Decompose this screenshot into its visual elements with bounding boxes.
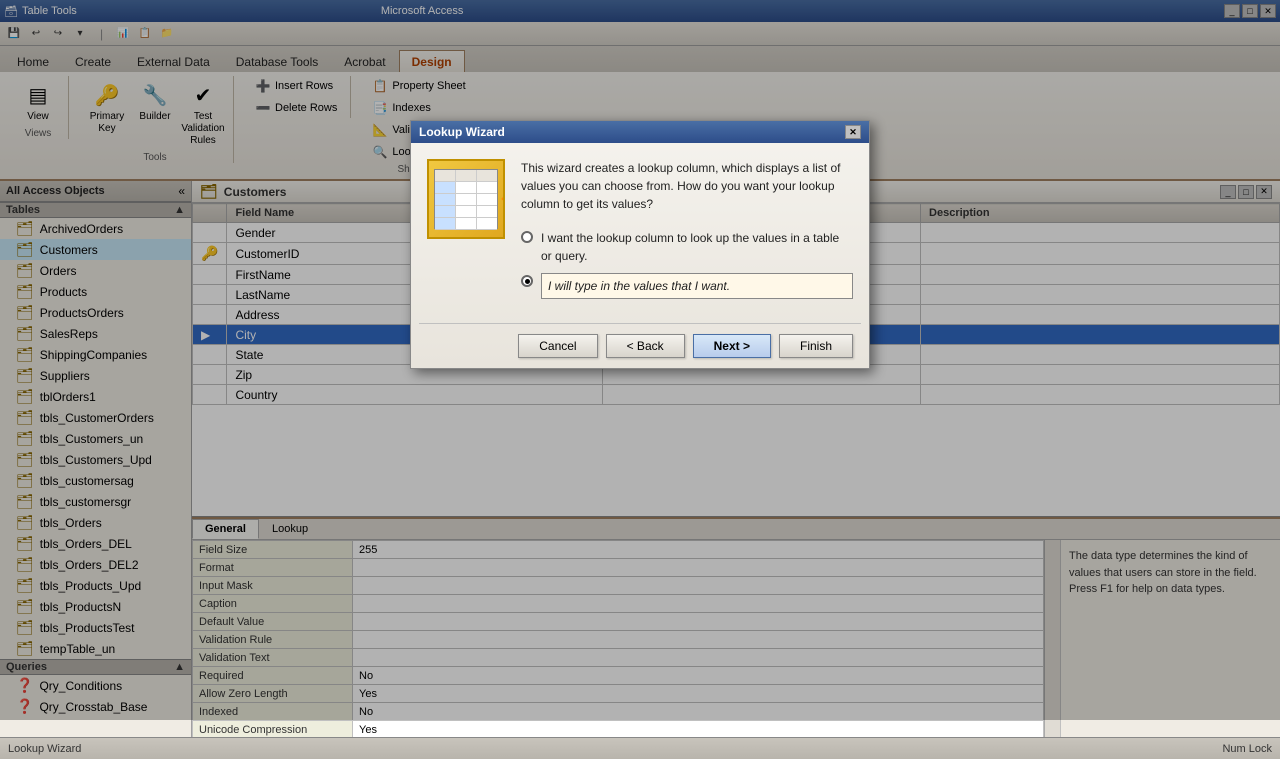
dialog-title-text: Lookup Wizard — [419, 125, 505, 139]
wizard-arrow-icon: ➜ — [501, 189, 505, 210]
dialog-intro-text: This wizard creates a lookup column, whi… — [521, 159, 853, 213]
dialog-content: ➜ This wizard creates a lookup column, w… — [411, 143, 869, 323]
dialog-title-controls: ✕ — [845, 125, 861, 139]
radio-btn-1[interactable] — [521, 231, 533, 243]
lookup-wizard-dialog: Lookup Wizard ✕ ➜ — [410, 120, 870, 369]
wizard-image: ➜ — [427, 159, 505, 239]
next-button[interactable]: Next > — [693, 334, 771, 358]
status-bar: Lookup Wizard Num Lock — [0, 737, 1280, 759]
num-lock-indicator: Num Lock — [1222, 743, 1272, 755]
finish-button[interactable]: Finish — [779, 334, 853, 358]
wizard-table-visual — [434, 169, 498, 229]
radio-option-2[interactable]: I will type in the values that I want. — [521, 273, 853, 299]
back-button[interactable]: < Back — [606, 334, 685, 358]
radio-text-box: I will type in the values that I want. — [541, 273, 853, 299]
radio-btn-2[interactable] — [521, 275, 533, 287]
dialog-text-area: This wizard creates a lookup column, whi… — [521, 159, 853, 307]
dialog-title-bar: Lookup Wizard ✕ — [411, 121, 869, 143]
cancel-button[interactable]: Cancel — [518, 334, 597, 358]
radio-label-1: I want the lookup column to look up the … — [541, 229, 853, 265]
dialog-overlay: Lookup Wizard ✕ ➜ — [0, 0, 1280, 720]
radio-option-1[interactable]: I want the lookup column to look up the … — [521, 229, 853, 265]
prop-name: Unicode Compression — [193, 721, 353, 738]
dialog-buttons: Cancel < Back Next > Finish — [411, 324, 869, 368]
status-text: Lookup Wizard — [8, 743, 81, 755]
dialog-close-button[interactable]: ✕ — [845, 125, 861, 139]
prop-row: Unicode Compression Yes — [193, 721, 1044, 738]
prop-value[interactable]: Yes — [353, 721, 1044, 738]
